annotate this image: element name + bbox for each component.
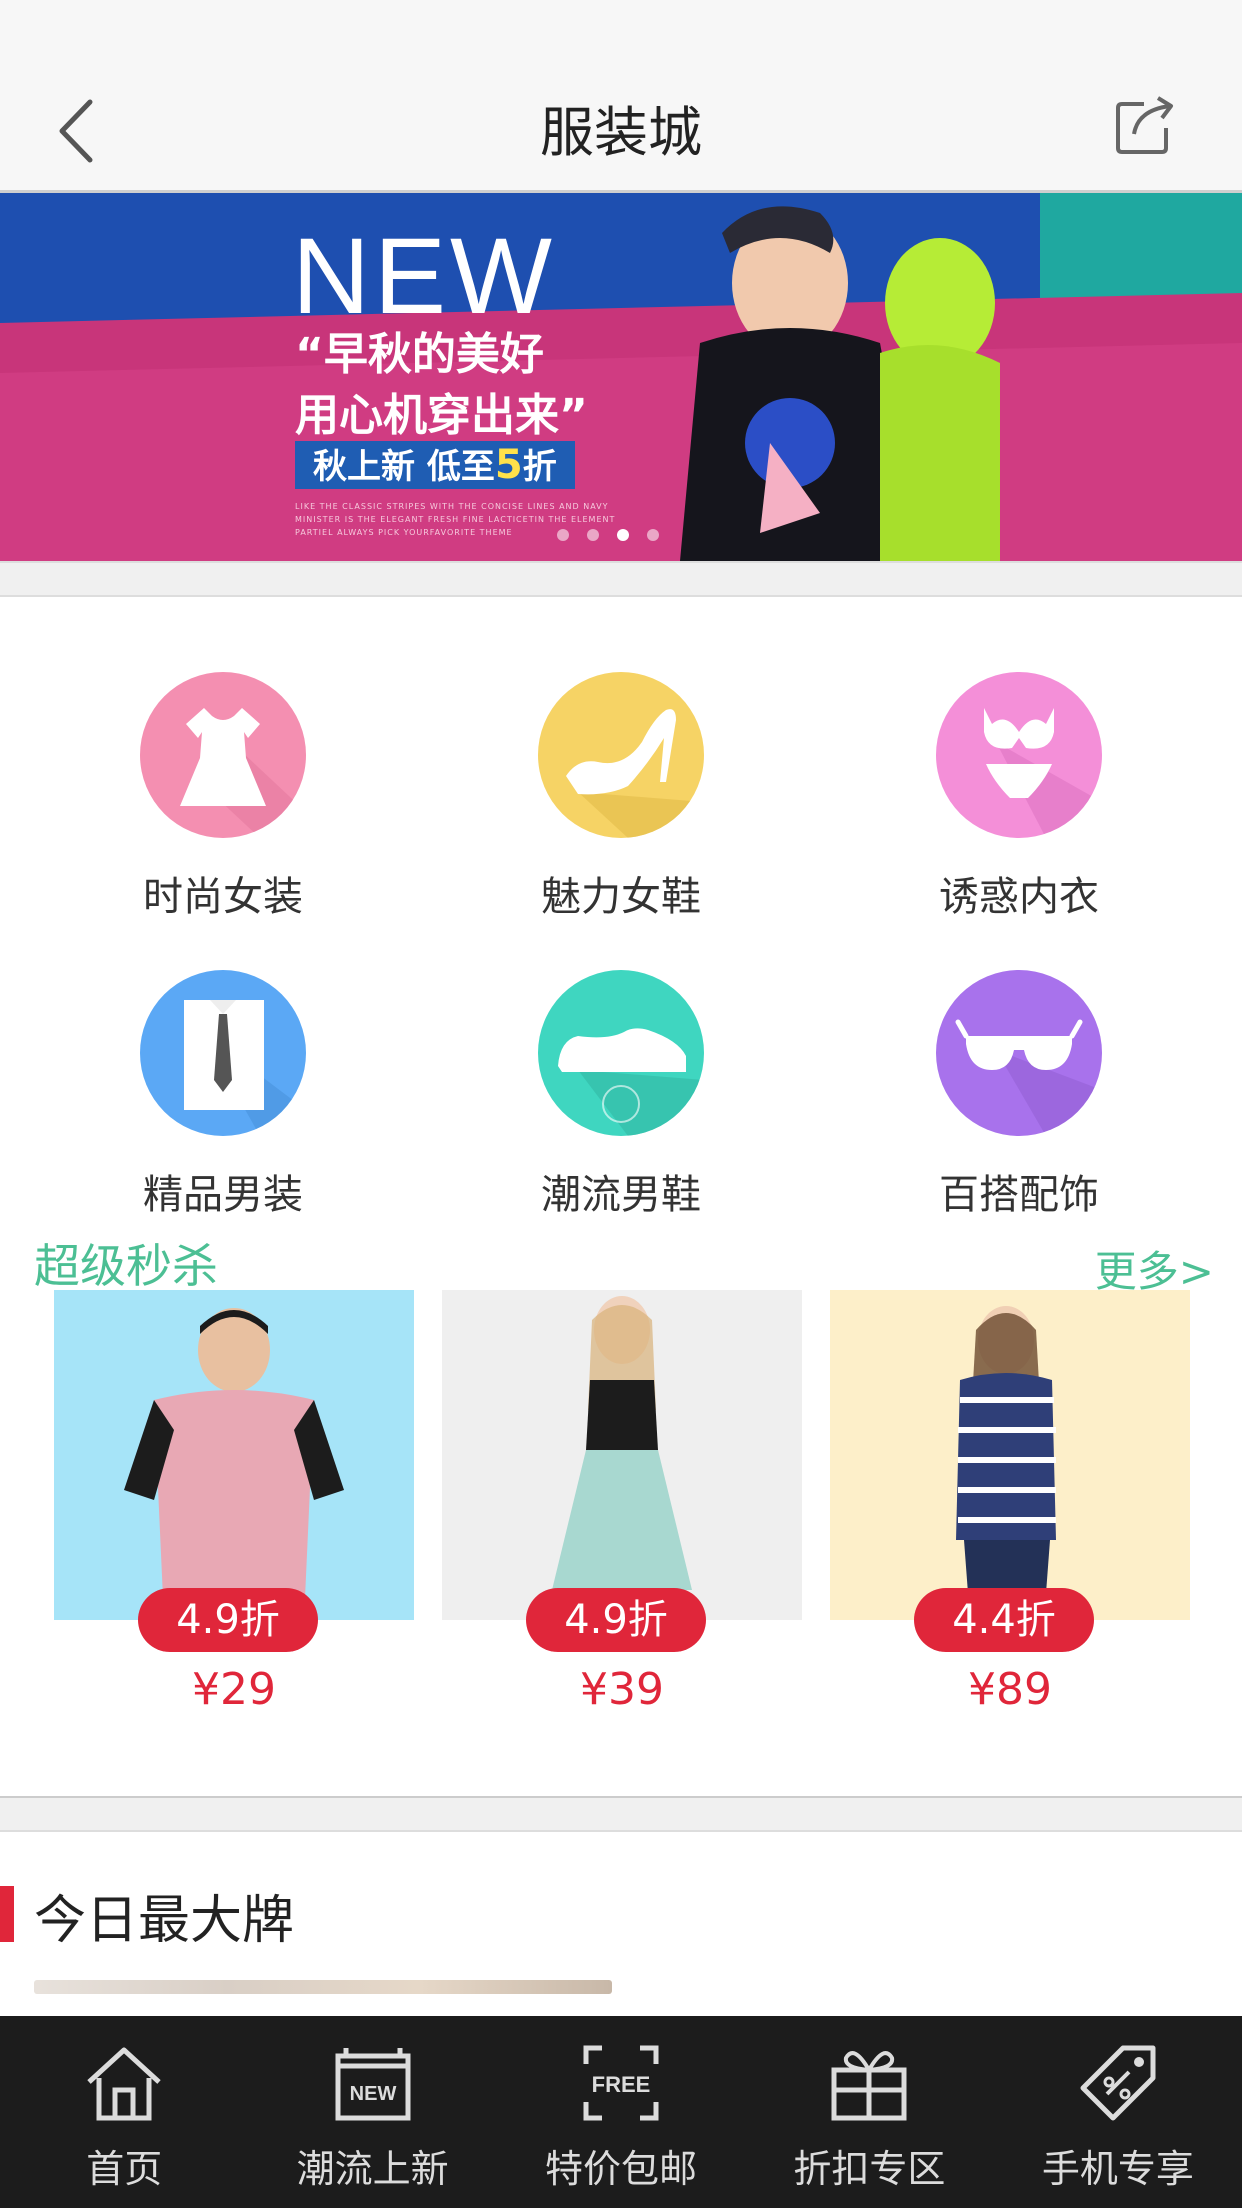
tab-mobile-exclusive[interactable]: 手机专享 <box>994 2016 1242 2208</box>
tab-label: 潮流上新 <box>296 2147 449 2191</box>
promo-value: 5 <box>494 442 523 488</box>
category-label: 诱惑内衣 <box>939 874 1099 920</box>
shirt-tie-icon <box>140 970 306 1136</box>
promo-banner[interactable]: NEW “早秋的美好 用心机穿出来” 秋上新 低至5折 LIKE THE CLA… <box>0 193 1242 561</box>
tab-label: 特价包邮 <box>545 2147 698 2191</box>
category-womens-fashion[interactable]: 时尚女装 <box>73 672 373 922</box>
product-price: ¥29 <box>192 1664 276 1715</box>
category-label: 精品男装 <box>143 1172 303 1218</box>
product-image[interactable] <box>830 1290 1190 1620</box>
product-price: ¥39 <box>580 1664 664 1715</box>
tab-label: 折扣专区 <box>793 2147 946 2191</box>
new-badge-text: NEW <box>349 2083 396 2105</box>
carousel-indicator <box>557 529 659 541</box>
carousel-dot[interactable] <box>557 529 569 541</box>
today-top-brand-title: 今日最大牌 <box>34 1891 295 1951</box>
tab-label: 手机专享 <box>1041 2147 1194 2191</box>
gift-icon <box>831 2051 907 2121</box>
section-accent-bar <box>0 1886 14 1942</box>
tab-home[interactable]: 首页 <box>0 2016 248 2208</box>
dress-icon <box>140 672 306 838</box>
category-lingerie[interactable]: 诱惑内衣 <box>869 672 1169 922</box>
page-title: 服装城 <box>540 101 702 164</box>
promo-suffix: 折 <box>522 447 557 487</box>
carousel-dot[interactable] <box>647 529 659 541</box>
category-mens-shoes[interactable]: 潮流男鞋 <box>471 970 771 1220</box>
promo-prefix: 秋上新 低至 <box>313 447 495 487</box>
banner-line-2: 用心机穿出来” <box>295 390 588 441</box>
price-tag-icon <box>1080 2045 1156 2121</box>
home-icon <box>87 2047 161 2121</box>
banner-line-1: “早秋的美好 <box>295 329 544 380</box>
share-icon[interactable] <box>1114 94 1176 156</box>
mens-shoe-icon <box>538 970 704 1136</box>
tab-label: 首页 <box>86 2147 163 2191</box>
tab-free-shipping[interactable]: FREE 特价包邮 <box>497 2016 745 2208</box>
category-mens-fashion[interactable]: 精品男装 <box>73 970 373 1220</box>
sunglasses-icon <box>936 970 1102 1136</box>
section-divider <box>0 561 1242 597</box>
product-image[interactable] <box>442 1290 802 1620</box>
category-accessories[interactable]: 百搭配饰 <box>869 970 1169 1220</box>
product-image[interactable] <box>54 1290 414 1620</box>
tab-trending-new[interactable]: NEW 潮流上新 <box>248 2016 496 2208</box>
flash-sale-item[interactable]: 4.9折 ¥29 <box>54 1290 414 1715</box>
free-badge-text: FREE <box>592 2072 651 2097</box>
bottom-tab-bar: 首页 NEW 潮流上新 FREE 特价包邮 折扣专区 手机专享 <box>0 2016 1242 2208</box>
carousel-dot[interactable] <box>587 529 599 541</box>
discount-badge: 4.9折 <box>138 1588 318 1652</box>
lingerie-icon <box>936 672 1102 838</box>
banner-promo: 秋上新 低至5折 <box>295 441 575 489</box>
flash-sale-title: 超级秒杀 <box>34 1239 218 1293</box>
nav-bar: 服装城 <box>0 48 1242 193</box>
high-heel-icon <box>538 672 704 838</box>
status-bar <box>0 0 1242 48</box>
carousel-dot-active[interactable] <box>617 529 629 541</box>
flash-sale-item[interactable]: 4.9折 ¥39 <box>442 1290 802 1715</box>
category-womens-shoes[interactable]: 魅力女鞋 <box>471 672 771 922</box>
brand-banner-preview[interactable] <box>34 1980 612 1994</box>
category-label: 潮流男鞋 <box>541 1172 701 1218</box>
category-label: 百搭配饰 <box>939 1172 1099 1218</box>
category-label: 魅力女鞋 <box>541 874 701 920</box>
flash-sale-item[interactable]: 4.4折 ¥89 <box>830 1290 1190 1715</box>
section-divider <box>0 1796 1242 1832</box>
tab-discount-zone[interactable]: 折扣专区 <box>745 2016 993 2208</box>
free-shipping-icon: FREE <box>583 2045 659 2121</box>
discount-badge: 4.9折 <box>526 1588 706 1652</box>
product-price: ¥89 <box>968 1664 1052 1715</box>
new-badge-icon: NEW <box>335 2048 411 2121</box>
discount-badge: 4.4折 <box>914 1588 1094 1652</box>
category-label: 时尚女装 <box>143 874 303 920</box>
